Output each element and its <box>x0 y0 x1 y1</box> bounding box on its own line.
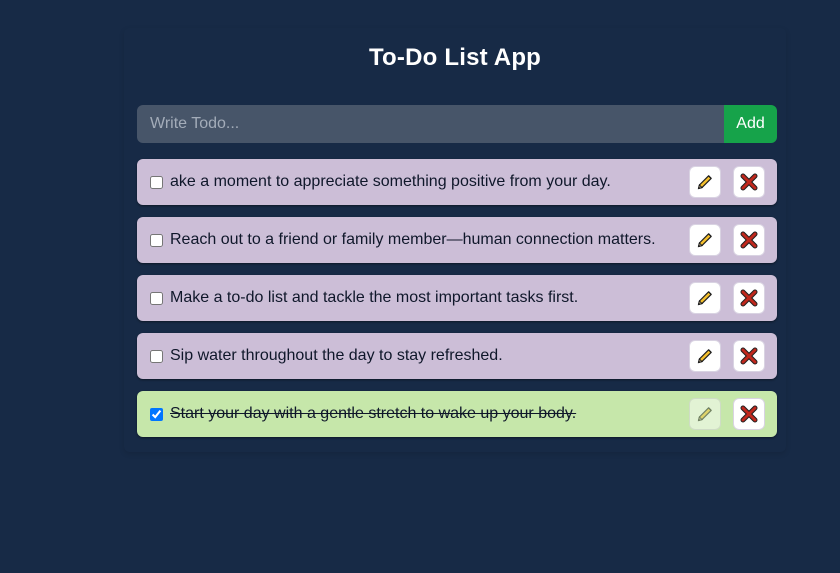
todo-checkbox[interactable] <box>150 175 163 189</box>
todo-text: Reach out to a friend or family member—h… <box>170 231 656 248</box>
todo-text: Sip water throughout the day to stay ref… <box>170 347 503 364</box>
cross-mark-icon <box>740 347 758 365</box>
pencil-icon <box>696 173 714 191</box>
todo-checkbox[interactable] <box>150 407 163 421</box>
todo-input[interactable] <box>137 105 724 143</box>
todo-item: Sip water throughout the day to stay ref… <box>137 333 777 379</box>
edit-button[interactable] <box>689 166 721 198</box>
todo-item: ake a moment to appreciate something pos… <box>137 159 777 205</box>
todo-item-completed: Start your day with a gentle stretch to … <box>137 391 777 437</box>
edit-button[interactable] <box>689 224 721 256</box>
todo-checkbox[interactable] <box>150 291 163 305</box>
delete-button[interactable] <box>733 166 765 198</box>
pencil-icon <box>696 231 714 249</box>
edit-button[interactable] <box>689 398 721 430</box>
delete-button[interactable] <box>733 282 765 314</box>
todo-text: Start your day with a gentle stretch to … <box>170 405 577 422</box>
todo-list: ake a moment to appreciate something pos… <box>137 159 777 449</box>
edit-button[interactable] <box>689 340 721 372</box>
todo-item: Make a to-do list and tackle the most im… <box>137 275 777 321</box>
todo-item: Reach out to a friend or family member—h… <box>137 217 777 263</box>
delete-button[interactable] <box>733 398 765 430</box>
app-title: To-Do List App <box>368 44 542 71</box>
pencil-icon <box>696 289 714 307</box>
cross-mark-icon <box>740 289 758 307</box>
delete-button[interactable] <box>733 340 765 372</box>
cross-mark-icon <box>740 231 758 249</box>
todo-checkbox[interactable] <box>150 349 163 363</box>
delete-button[interactable] <box>733 224 765 256</box>
todo-input-row: Add <box>137 105 777 143</box>
pencil-icon <box>696 347 714 365</box>
todo-checkbox[interactable] <box>150 233 163 247</box>
todo-text: ake a moment to appreciate something pos… <box>170 173 611 190</box>
edit-button[interactable] <box>689 282 721 314</box>
pencil-icon <box>696 405 714 423</box>
cross-mark-icon <box>740 173 758 191</box>
todo-text: Make a to-do list and tackle the most im… <box>170 289 579 306</box>
todo-app: To-Do List App Add ake a moment to appre… <box>124 28 786 452</box>
cross-mark-icon <box>740 405 758 423</box>
add-button[interactable]: Add <box>724 105 777 143</box>
